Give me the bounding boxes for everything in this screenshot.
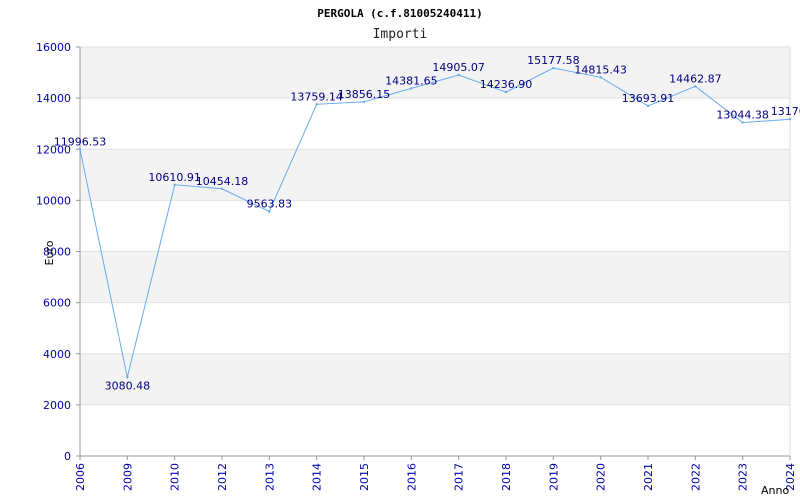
background-band [80, 251, 790, 303]
y-tick-label: 2000 [43, 399, 71, 412]
data-point [504, 90, 508, 94]
x-tick-label: 2017 [453, 463, 466, 491]
data-point [173, 183, 176, 186]
x-tick-label: 2006 [74, 463, 87, 491]
data-point [220, 187, 224, 190]
data-point [646, 104, 650, 108]
data-label: 13693.91 [622, 92, 675, 105]
data-label: 3080.48 [105, 379, 151, 392]
chart-subtitle: Importi [373, 27, 428, 42]
data-label: 14905.07 [432, 61, 485, 74]
data-point [362, 100, 366, 104]
data-point [410, 87, 413, 90]
data-point [552, 66, 555, 70]
y-tick-label: 16000 [36, 41, 71, 54]
chart-title: PERGOLA (c.f.81005240411) [317, 7, 483, 20]
series-line [79, 67, 791, 378]
data-label: 14236.90 [480, 78, 533, 91]
x-tick-label: 2009 [121, 463, 134, 491]
data-label: 13044.38 [716, 109, 769, 122]
x-axis-label: Anno [761, 484, 789, 497]
data-point [126, 376, 129, 379]
x-tick-label: 2020 [595, 463, 608, 491]
y-tick-label: 10000 [36, 194, 71, 207]
y-axis-label: Euro [43, 240, 56, 265]
data-label: 13856.15 [338, 88, 391, 101]
data-label: 10454.18 [196, 175, 249, 188]
x-tick-label: 2023 [737, 463, 750, 491]
data-point [78, 148, 82, 151]
series-line-group [78, 66, 792, 379]
y-tick-label: 4000 [43, 348, 71, 361]
x-tick-labels: 2006 2009 2010 2012 2013 2014 2015 2016 2017 2018… [74, 463, 797, 491]
y-tick-label: 6000 [43, 297, 71, 310]
data-label: 13759.14 [290, 90, 343, 103]
background-band [80, 353, 790, 405]
data-label: 15177.58 [527, 54, 580, 67]
data-point [457, 73, 460, 77]
data-label: 9563.83 [247, 198, 293, 211]
data-label: 11996.53 [54, 135, 107, 148]
x-tick-label: 2010 [169, 463, 182, 491]
x-tick-label: 2013 [263, 463, 276, 491]
y-tick-label: 0 [64, 450, 71, 463]
x-tick-label: 2016 [405, 463, 418, 491]
x-tick-label: 2018 [500, 463, 513, 491]
data-point [788, 117, 792, 121]
data-label: 14462.87 [669, 72, 722, 85]
data-point [741, 121, 744, 124]
x-tick-label: 2012 [216, 463, 229, 491]
x-tick-label: 2015 [358, 463, 371, 491]
x-tick-label: 2022 [689, 463, 702, 491]
data-point [315, 103, 318, 106]
data-point [268, 210, 271, 213]
data-label: 14815.43 [574, 63, 627, 76]
data-label: 10610.91 [148, 171, 201, 184]
data-point [599, 76, 602, 79]
background-bands [80, 47, 790, 405]
x-tick-label: 2014 [311, 463, 324, 491]
y-tick-label: 14000 [36, 92, 71, 105]
data-label: 14381.65 [385, 74, 438, 87]
x-tick-label: 2019 [547, 463, 560, 491]
chart: 0200040006000800010000120001400016000 20… [36, 7, 800, 497]
data-point [694, 85, 697, 88]
x-tick-label: 2021 [642, 463, 655, 491]
data-label: 13176. [771, 105, 800, 118]
